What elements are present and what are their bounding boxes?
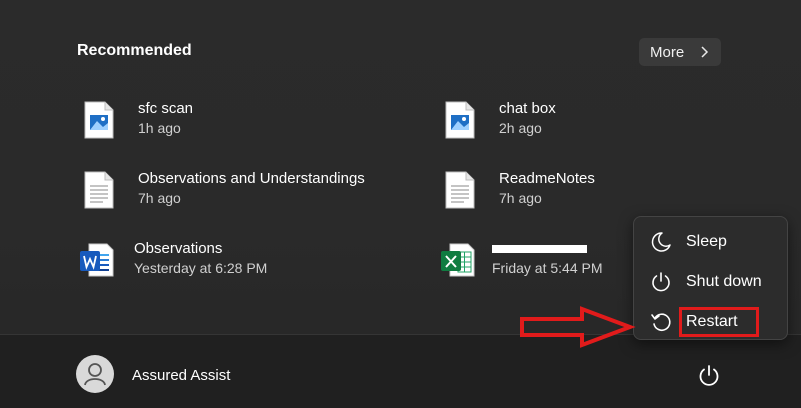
text-doc-icon (445, 171, 475, 209)
recommended-title: Recommended (77, 42, 192, 59)
power-menu-label: Sleep (686, 233, 727, 250)
file-name: ReadmeNotes (499, 170, 595, 187)
power-menu-label: Shut down (686, 273, 762, 290)
power-menu-shut-down[interactable]: Shut down (634, 264, 789, 300)
file-time: Friday at 5:44 PM (492, 260, 603, 276)
file-time: 7h ago (138, 190, 181, 206)
image-doc-icon (445, 101, 475, 139)
file-name: Observations (134, 240, 223, 257)
more-button[interactable]: More (639, 38, 721, 66)
image-doc-icon (84, 101, 114, 139)
red-arrow-annotation (520, 306, 636, 348)
recommended-file-readmenotes[interactable]: ReadmeNotes 7h ago (444, 169, 744, 213)
file-time: 2h ago (499, 120, 542, 136)
power-menu-sleep[interactable]: Sleep (634, 224, 789, 260)
power-menu-label: Restart (686, 313, 738, 330)
user-name[interactable]: Assured Assist (132, 367, 230, 384)
file-time: 1h ago (138, 120, 181, 136)
chevron-right-icon (701, 46, 709, 58)
recommended-file-observations-and-understandings[interactable]: Observations and Understandings 7h ago (83, 169, 383, 213)
more-label: More (650, 43, 685, 61)
excel-icon (441, 243, 475, 277)
user-icon (77, 356, 113, 392)
power-menu: Sleep Shut down Restart (633, 216, 788, 340)
file-name: Akriti 27-29 (492, 245, 587, 253)
word-icon (80, 243, 114, 277)
avatar[interactable] (76, 355, 114, 393)
file-time: Yesterday at 6:28 PM (134, 260, 268, 276)
file-name: sfc scan (138, 100, 194, 117)
recommended-file-sfc-scan[interactable]: sfc scan 1h ago (83, 99, 383, 143)
recommended-file-observations[interactable]: Observations Yesterday at 6:28 PM (79, 239, 379, 283)
file-name-redacted: Akriti 27-29 (492, 240, 587, 257)
start-menu-footer: Assured Assist (0, 334, 801, 408)
file-name: chat box (499, 100, 556, 117)
file-time: 7h ago (499, 190, 542, 206)
moon-icon (651, 232, 671, 252)
power-button-icon[interactable] (696, 363, 722, 389)
recommended-file-chat-box[interactable]: chat box 2h ago (444, 99, 744, 143)
file-name: Observations and Understandings (138, 170, 365, 187)
text-doc-icon (84, 171, 114, 209)
restart-icon (651, 313, 671, 331)
power-menu-restart[interactable]: Restart (634, 304, 789, 340)
power-icon (652, 272, 670, 292)
